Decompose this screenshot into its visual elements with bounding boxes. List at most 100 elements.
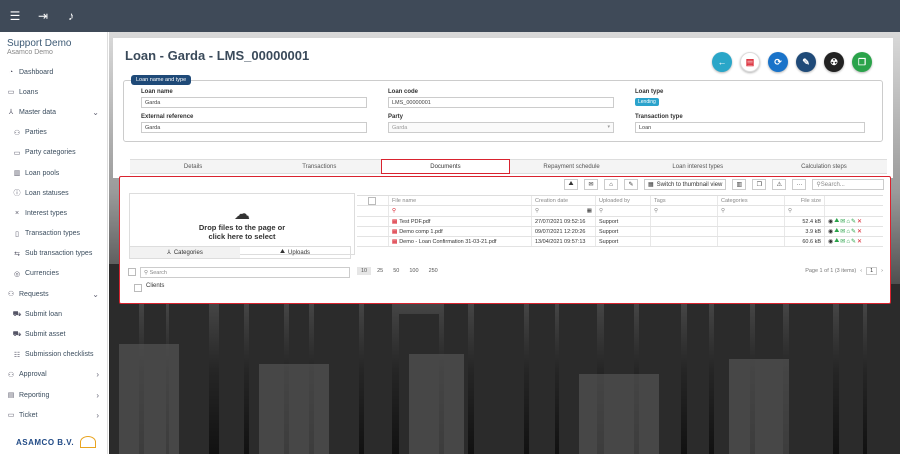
loan-name-input[interactable]: Garda [141, 97, 367, 108]
sidebar-item-parties[interactable]: ⚇ Parties [0, 123, 107, 143]
tab-details[interactable]: Details [130, 160, 256, 173]
upload-icon[interactable]: ⛰ [834, 218, 839, 225]
edit-icon[interactable]: ✎ [851, 238, 856, 245]
edit-button[interactable]: ✎ [796, 52, 816, 72]
menu-icon[interactable]: ☰ [8, 9, 22, 23]
grid-search-input[interactable]: ⚲ Search... [812, 179, 885, 190]
view-icon[interactable]: ◉ [828, 228, 833, 235]
table-row[interactable]: ▤ Demo comp 1.pdf 09/07/2021 12:20:26 Suppo… [357, 227, 883, 237]
tab-transactions[interactable]: Transactions [256, 160, 382, 173]
external-reference-input[interactable]: Garda [141, 122, 367, 133]
page-size-10[interactable]: 10 [357, 267, 372, 275]
col-creation-date[interactable]: Creation date [532, 196, 596, 205]
filter-tags[interactable]: ⚲ [651, 206, 718, 216]
sidebar-item-loan-pools[interactable]: ▥ Loan pools [0, 163, 107, 183]
edit-icon[interactable]: ✎ [851, 228, 856, 235]
page-size-50[interactable]: 50 [389, 267, 403, 275]
col-file-name[interactable]: File name [389, 196, 532, 205]
archive-toolbar-button[interactable]: ⌂ [604, 179, 618, 190]
row-checkbox-cell[interactable] [357, 227, 389, 236]
col-file-size[interactable]: File size [785, 196, 825, 205]
file-name-cell[interactable]: ▤ Demo comp 1.pdf [389, 227, 532, 236]
row-checkbox-cell[interactable] [357, 237, 389, 246]
copy-toolbar-button[interactable]: ❐ [752, 179, 767, 190]
sidebar-item-requests[interactable]: ⚇ Requests ⌄ [0, 284, 107, 304]
tab-calculation-steps[interactable]: Calculation steps [761, 160, 887, 173]
header-checkbox[interactable] [368, 196, 376, 205]
row-checkbox-cell[interactable] [357, 217, 389, 226]
table-row[interactable]: ▤ Demo - Loan Confirmation 31-03-21.pdf 13… [357, 237, 883, 247]
filter-file-name[interactable]: ⚲ [389, 206, 532, 216]
delete-icon[interactable]: ✕ [857, 228, 862, 235]
hazard-button[interactable]: ☢ [824, 52, 844, 72]
page-size-100[interactable]: 100 [405, 267, 422, 275]
archive-icon[interactable]: ⌂ [846, 239, 850, 245]
pdf-button[interactable]: ▤ [740, 52, 760, 72]
more-toolbar-button[interactable]: ··· [792, 179, 807, 190]
view-icon[interactable]: ◉ [828, 238, 833, 245]
tab-categories[interactable]: ⅄ Categories [130, 247, 240, 258]
filter-file-size[interactable]: ⚲ [785, 206, 825, 216]
next-page-icon[interactable]: › [881, 268, 883, 274]
file-name-cell[interactable]: ▤ Test PDF.pdf [389, 217, 532, 226]
refresh-button[interactable]: ⟳ [768, 52, 788, 72]
sidebar-item-approval[interactable]: ⚇ Approval › [0, 365, 107, 385]
tab-documents[interactable]: Documents [381, 159, 510, 174]
upload-icon[interactable]: ⛰ [834, 238, 839, 245]
clients-checkbox[interactable] [134, 284, 142, 292]
loan-code-input[interactable]: LMS_00000001 [388, 97, 614, 108]
table-row[interactable]: ▤ Test PDF.pdf 27/07/2021 09:52:16 Support 5… [357, 217, 883, 227]
sidebar-item-submission-checklists[interactable]: ☷ Submission checklists [0, 345, 107, 365]
archive-icon[interactable]: ⌂ [846, 229, 850, 235]
sidebar-item-transaction-types[interactable]: ▯ Transaction types [0, 224, 107, 244]
col-uploaded-by[interactable]: Uploaded by [596, 196, 651, 205]
filter-uploaded-by[interactable]: ⚲ [596, 206, 651, 216]
transaction-type-input[interactable]: Loan [635, 122, 865, 133]
sidebar-item-master-data[interactable]: ⅄ Master data ⌄ [0, 102, 107, 122]
col-tags[interactable]: Tags [651, 196, 718, 205]
sidebar-item-submit-asset[interactable]: ⛟ Submit asset [0, 324, 107, 344]
delete-icon[interactable]: ✕ [857, 238, 862, 245]
delete-icon[interactable]: ✕ [857, 218, 862, 225]
col-categories[interactable]: Categories [718, 196, 785, 205]
page-number[interactable]: 1 [866, 267, 878, 275]
page-size-25[interactable]: 25 [373, 267, 387, 275]
bell-icon[interactable]: ♪ [64, 9, 78, 23]
email-toolbar-button[interactable]: ✉ [584, 179, 598, 190]
sidebar-item-submit-loan[interactable]: ⛟ Submit loan [0, 304, 107, 324]
header-checkbox-cell[interactable] [357, 196, 389, 205]
sidebar-item-dashboard[interactable]: ◔ Dashboard [0, 62, 107, 82]
category-search-input[interactable]: ⚲ Search [140, 267, 350, 278]
file-name-cell[interactable]: ▤ Demo - Loan Confirmation 31-03-21.pdf [389, 237, 532, 246]
select-all-checkbox[interactable] [128, 268, 136, 276]
sidebar-item-sub-transaction-types[interactable]: ⇆ Sub transaction types [0, 244, 107, 264]
tree-item-clients[interactable]: Clients [146, 283, 164, 289]
edit-icon[interactable]: ✎ [851, 218, 856, 225]
sidebar-item-interest-types[interactable]: × Interest types [0, 203, 107, 223]
archive-icon[interactable]: ⌂ [846, 219, 850, 225]
logout-icon[interactable]: ⇥ [36, 9, 50, 23]
sidebar-item-loan-statuses[interactable]: ⓘ Loan statuses [0, 183, 107, 203]
sidebar-item-party-categories[interactable]: ▭ Party categories [0, 143, 107, 163]
page-size-250[interactable]: 250 [425, 267, 442, 275]
columns-toolbar-button[interactable]: ▥ [732, 179, 747, 190]
warning-toolbar-button[interactable]: ⚠ [772, 179, 787, 190]
view-icon[interactable]: ◉ [828, 218, 833, 225]
copy-button[interactable]: ❐ [852, 52, 872, 72]
tab-loan-interest-types[interactable]: Loan interest types [635, 160, 761, 173]
email-icon[interactable]: ✉ [840, 228, 845, 235]
thumbnail-view-button[interactable]: ▦ Switch to thumbnail view [644, 179, 727, 190]
sidebar-item-reporting[interactable]: ▤ Reporting › [0, 385, 107, 405]
tab-repayment-schedule[interactable]: Repayment schedule [509, 160, 635, 173]
email-icon[interactable]: ✉ [840, 218, 845, 225]
party-select[interactable]: Garda ▾ [388, 122, 614, 133]
sidebar-item-loans[interactable]: ▭ Loans [0, 82, 107, 102]
sidebar-item-currencies[interactable]: ◎ Currencies [0, 264, 107, 284]
prev-page-icon[interactable]: ‹ [860, 268, 862, 274]
tab-uploads[interactable]: ⛰ Uploads [240, 247, 350, 258]
filter-categories[interactable]: ⚲ [718, 206, 785, 216]
upload-icon[interactable]: ⛰ [834, 228, 839, 235]
sidebar-item-ticket[interactable]: ▭ Ticket › [0, 405, 107, 425]
edit-toolbar-button[interactable]: ✎ [624, 179, 638, 190]
back-button[interactable]: ← [712, 52, 732, 72]
